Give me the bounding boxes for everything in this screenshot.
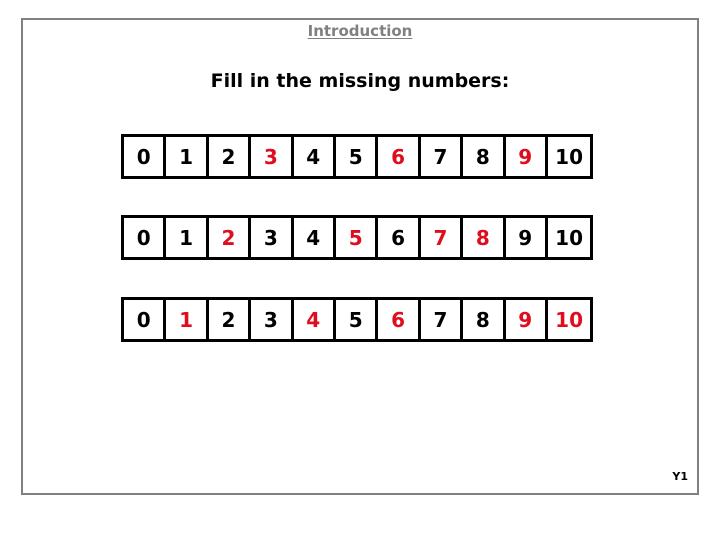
number-cell-missing[interactable]: 3 bbox=[251, 137, 294, 176]
number-cell[interactable]: 3 bbox=[251, 300, 294, 339]
number-cell-missing[interactable]: 5 bbox=[335, 218, 379, 257]
number-cell[interactable]: 1 bbox=[166, 218, 209, 257]
number-cell[interactable]: 10 bbox=[547, 137, 591, 176]
number-cell[interactable]: 5 bbox=[335, 137, 379, 176]
number-cell[interactable]: 8 bbox=[463, 300, 506, 339]
number-cell-missing[interactable]: 10 bbox=[547, 300, 591, 339]
number-cell[interactable]: 5 bbox=[335, 300, 379, 339]
number-cell[interactable]: 4 bbox=[293, 137, 336, 176]
number-cell[interactable]: 10 bbox=[547, 218, 591, 257]
number-cell-missing[interactable]: 1 bbox=[166, 300, 209, 339]
number-strip-row-2: 0 1 2 3 4 5 6 7 8 9 10 bbox=[121, 215, 594, 260]
number-cell-missing[interactable]: 9 bbox=[505, 300, 548, 339]
page-title: Introduction bbox=[307, 22, 413, 40]
number-cell[interactable]: 7 bbox=[420, 137, 464, 176]
number-cell[interactable]: 9 bbox=[505, 218, 548, 257]
instruction-text: Fill in the missing numbers: bbox=[210, 70, 510, 92]
number-cell[interactable]: 3 bbox=[251, 218, 294, 257]
number-cell[interactable]: 0 bbox=[124, 218, 167, 257]
number-cell-missing[interactable]: 6 bbox=[378, 137, 421, 176]
number-cell-missing[interactable]: 2 bbox=[208, 218, 252, 257]
number-cell[interactable]: 7 bbox=[420, 300, 464, 339]
page-code-label: Y1 bbox=[672, 470, 688, 483]
number-cell-missing[interactable]: 7 bbox=[420, 218, 464, 257]
number-cell[interactable]: 0 bbox=[124, 300, 167, 339]
number-cell[interactable]: 1 bbox=[166, 137, 209, 176]
number-strip-row-1: 0 1 2 3 4 5 6 7 8 9 10 bbox=[121, 134, 594, 179]
number-cell[interactable]: 0 bbox=[124, 137, 167, 176]
slide-canvas: Introduction Fill in the missing numbers… bbox=[0, 0, 720, 540]
number-strip-row-3: 0 1 2 3 4 5 6 7 8 9 10 bbox=[121, 297, 594, 342]
number-cell[interactable]: 8 bbox=[463, 137, 506, 176]
number-cell[interactable]: 6 bbox=[378, 218, 421, 257]
number-cell-missing[interactable]: 6 bbox=[378, 300, 421, 339]
number-cell-missing[interactable]: 9 bbox=[505, 137, 548, 176]
number-cell[interactable]: 4 bbox=[293, 218, 336, 257]
number-cell[interactable]: 2 bbox=[208, 300, 252, 339]
number-cell[interactable]: 2 bbox=[208, 137, 252, 176]
number-cell-missing[interactable]: 4 bbox=[293, 300, 336, 339]
number-cell-missing[interactable]: 8 bbox=[463, 218, 506, 257]
